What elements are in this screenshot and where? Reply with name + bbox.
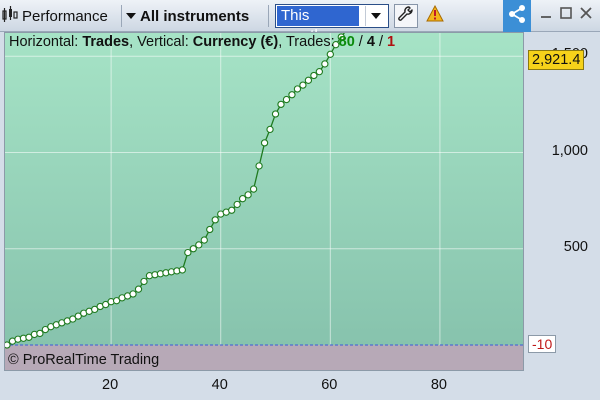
trade-point[interactable] xyxy=(238,195,247,203)
y-axis[interactable]: 5001,0001,5002,0002,5003,000 xyxy=(526,32,600,371)
trades-neutral-count: 4 xyxy=(366,34,375,50)
toolbar-divider xyxy=(121,5,122,27)
header-horizontal-value: Trades xyxy=(82,34,130,50)
trade-point[interactable] xyxy=(304,76,313,84)
chart-header: Horizontal: Trades, Vertical: Currency (… xyxy=(9,34,395,50)
header-horizontal-prefix: Horizontal: xyxy=(9,34,83,50)
period-select-value: This month xyxy=(277,6,359,44)
last-value-badge: 2,921.4 xyxy=(528,50,585,70)
trade-point[interactable] xyxy=(211,216,219,224)
copyright-label: © ProRealTime Trading xyxy=(8,352,160,368)
trade-point[interactable] xyxy=(260,139,269,147)
maximize-button[interactable] xyxy=(557,4,575,26)
toolbar: Performance All instruments This month xyxy=(0,0,600,44)
chevron-down-icon[interactable] xyxy=(365,6,386,26)
wrench-icon xyxy=(397,5,415,28)
performance-label: Performance xyxy=(22,7,108,25)
trade-point[interactable] xyxy=(233,200,241,209)
trade-point[interactable] xyxy=(326,50,334,58)
equity-chart-area[interactable]: Horizontal: Trades, Vertical: Currency (… xyxy=(4,32,524,371)
close-icon xyxy=(580,6,592,24)
caret-down-icon xyxy=(126,13,136,19)
trade-point[interactable] xyxy=(321,60,329,68)
trade-point[interactable] xyxy=(195,241,203,249)
chart-icon xyxy=(2,5,18,28)
toolbar-divider xyxy=(268,5,269,27)
x-tick-label: 20 xyxy=(102,377,119,393)
minimize-button[interactable] xyxy=(537,4,555,26)
header-vertical-value: Currency (€) xyxy=(192,34,279,50)
trade-point[interactable] xyxy=(249,185,258,193)
warning-icon xyxy=(426,4,444,27)
trade-point[interactable] xyxy=(310,71,318,80)
header-vertical-prefix: , Vertical: xyxy=(129,34,193,50)
trade-point[interactable] xyxy=(36,329,44,338)
trades-winning-count: 80 xyxy=(338,34,355,50)
trades-losing-count: 1 xyxy=(387,34,396,50)
trade-point[interactable] xyxy=(299,81,307,89)
warning-button[interactable] xyxy=(424,3,446,29)
close-button[interactable] xyxy=(577,4,595,26)
trade-point[interactable] xyxy=(288,91,296,99)
settings-button[interactable] xyxy=(394,4,418,28)
trade-point[interactable] xyxy=(255,162,263,170)
x-axis[interactable]: 20 40 60 80 xyxy=(4,372,524,400)
trade-point[interactable] xyxy=(266,125,274,134)
trade-point[interactable] xyxy=(228,206,236,214)
trade-point[interactable] xyxy=(244,191,252,199)
share-button[interactable] xyxy=(503,0,531,32)
instruments-label: All instruments xyxy=(140,7,250,25)
header-separator: / xyxy=(354,34,367,50)
trade-point[interactable] xyxy=(282,95,291,104)
x-tick-label: 60 xyxy=(321,377,338,393)
y-tick-label: 500 xyxy=(563,238,588,255)
x-tick-label: 40 xyxy=(211,377,228,393)
trade-point[interactable] xyxy=(200,236,208,244)
trade-point[interactable] xyxy=(277,100,285,109)
minimize-icon xyxy=(540,6,552,24)
x-tick-label: 80 xyxy=(430,377,447,393)
trade-point[interactable] xyxy=(129,290,137,298)
maximize-icon xyxy=(560,6,572,24)
equity-chart xyxy=(5,33,523,370)
trade-point[interactable] xyxy=(315,68,324,76)
plot-positive-zone xyxy=(5,33,523,345)
zero-level-badge: -10 xyxy=(528,335,557,353)
trade-point[interactable] xyxy=(189,245,197,253)
header-trades-prefix: , Trades: xyxy=(278,34,339,50)
period-select[interactable]: This month xyxy=(275,4,389,44)
instruments-dropdown[interactable]: All instruments xyxy=(126,3,262,29)
header-separator: / xyxy=(374,34,388,50)
trade-point[interactable] xyxy=(140,277,148,286)
trade-point[interactable] xyxy=(184,248,192,257)
trade-point[interactable] xyxy=(178,266,187,274)
share-icon xyxy=(508,4,526,29)
trade-point[interactable] xyxy=(206,225,214,234)
trade-point[interactable] xyxy=(293,85,302,93)
y-tick-label: 1,000 xyxy=(551,142,588,159)
trade-point[interactable] xyxy=(134,285,143,293)
trade-point[interactable] xyxy=(271,110,280,118)
performance-button[interactable]: Performance xyxy=(2,3,118,29)
